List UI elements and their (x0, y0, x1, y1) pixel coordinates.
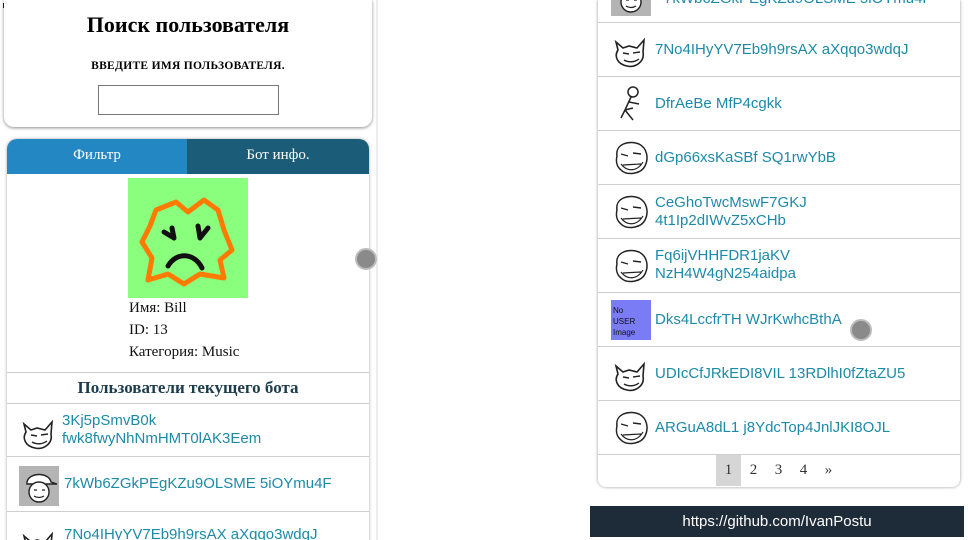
current-bot-users-header: Пользователи текущего бота (7, 372, 369, 404)
cat-face-icon (614, 37, 645, 68)
user-name-line1[interactable]: Fq6ijVHHFDR1jaKV (655, 247, 790, 265)
no-user-image-icon: No USER Image (611, 300, 651, 340)
list-item[interactable]: UDIcCfJRkEDI8VIL 13RDlhI0fZtaZU5 (598, 347, 960, 401)
page-3-button[interactable]: 3 (766, 455, 791, 486)
user-name-line1[interactable]: Dks4LccfrTH WJrKwhcBthA (655, 311, 842, 329)
user-name-line2[interactable]: 4t1Ip2dIWvZ5xCHb (655, 212, 786, 230)
stick-figure-icon (620, 86, 640, 121)
username-search-input[interactable] (98, 85, 279, 115)
list-item[interactable]: No USER Image Dks4LccfrTH WJrKwhcBthA (598, 293, 960, 347)
user-name-line1[interactable]: 3Kj5pSmvB0k (62, 412, 156, 429)
list-item[interactable]: dGp66xsKaSBf SQ1rwYbB (598, 131, 960, 185)
user-name-line1[interactable]: UDIcCfJRkEDI8VIL 13RDlhI0fZtaZU5 (655, 365, 905, 383)
cursor-indicator (850, 319, 872, 341)
list-item[interactable]: ARGuA8dL1 j8YdcTop4JnlJKI8OJL (598, 401, 960, 455)
search-label: ВВЕДИТЕ ИМЯ ПОЛЬЗОВАТЕЛЯ. (91, 60, 285, 72)
page-4-button[interactable]: 4 (791, 455, 816, 486)
tab-filter[interactable]: Фильтр (7, 139, 187, 174)
search-title: Поиск пользователя (86, 12, 290, 37)
placeholder-text-line2: USER (613, 317, 635, 326)
user-name-line1[interactable]: CeGhoTwcMswF7GKJ (655, 194, 807, 212)
cat-face-icon (22, 419, 53, 450)
user-name-line1[interactable]: 7kWb6ZGkPEgKZu9OLSME 5iOYmu4F (64, 475, 332, 492)
tab-bot-info[interactable]: Бот инфо. (187, 139, 369, 174)
cursor-indicator (355, 248, 377, 270)
page-2-button[interactable]: 2 (741, 455, 766, 486)
user-name-line1[interactable]: 7No4IHyYV7Eb9h9rsAX aXqqo3wdqJ (64, 526, 318, 540)
panel-divider (376, 0, 378, 540)
footer-github-link[interactable]: https://github.com/IvanPostu (590, 506, 964, 537)
bot-id: ID: 13 (129, 322, 168, 338)
user-name-line2[interactable]: NzH4W4gN254aidpa (655, 265, 796, 283)
cap-face-icon (19, 466, 59, 506)
list-item[interactable]: 7kWb6ZGkPEgKZu9OLSME 5iOYmu4F (7, 457, 369, 512)
cap-face-icon (611, 0, 651, 16)
angry-face-icon (139, 197, 235, 287)
list-item[interactable]: Fq6ijVHHFDR1jaKV NzH4W4gN254aidpa (598, 239, 960, 293)
list-item[interactable]: 7kWb6ZGkPEgKZu9OLSME 5iOYmu4F (598, 0, 960, 23)
tab-bar: Фильтр Бот инфо. (7, 139, 369, 174)
user-name-line2[interactable]: fwk8fwyNhNmHMT0lAK3Eem (62, 430, 261, 447)
user-name-line1[interactable]: 7kWb6ZGkPEgKZu9OLSME 5iOYmu4F (664, 0, 932, 8)
cat-face-icon (22, 531, 53, 540)
bot-info-card: Фильтр Бот инфо. Имя: Bill ID: 13 Катего… (7, 139, 369, 540)
user-name-line1[interactable]: DfrAeBe MfP4cgkk (655, 95, 782, 113)
user-name-line1[interactable]: 7No4IHyYV7Eb9h9rsAX aXqqo3wdqJ (655, 41, 909, 59)
placeholder-text-line1: No (613, 306, 624, 315)
bot-name: Имя: Bill (129, 300, 187, 316)
list-item[interactable]: 7No4IHyYV7Eb9h9rsAX aXqqo3wdqJ (598, 23, 960, 77)
right-panel: 7kWb6ZGkPEgKZu9OLSME 5iOYmu4F 7No4IHyYV7… (590, 0, 968, 540)
placeholder-text-line3: Image (613, 328, 636, 337)
troll-face-icon (615, 411, 648, 445)
list-item[interactable]: CeGhoTwcMswF7GKJ 4t1Ip2dIWvZ5xCHb (598, 185, 960, 239)
users-list-card: 7kWb6ZGkPEgKZu9OLSME 5iOYmu4F 7No4IHyYV7… (598, 0, 960, 487)
troll-face-icon (615, 195, 648, 229)
list-item[interactable]: DfrAeBe MfP4cgkk (598, 77, 960, 131)
left-panel: Поиск пользователя ВВЕДИТЕ ИМЯ ПОЛЬЗОВАТ… (0, 0, 380, 540)
bot-category: Категория: Music (129, 344, 240, 360)
next-page-button[interactable]: » (816, 455, 841, 486)
pagination: 1 2 3 4 » (716, 455, 841, 486)
list-item[interactable]: 3Kj5pSmvB0k fwk8fwyNhNmHMT0lAK3Eem (7, 404, 369, 457)
no-user-image-icon: No USER Image (613, 306, 636, 337)
troll-face-icon (615, 141, 648, 175)
user-search-card: Поиск пользователя ВВЕДИТЕ ИМЯ ПОЛЬЗОВАТ… (4, 0, 372, 127)
user-name-line1[interactable]: dGp66xsKaSBf SQ1rwYbB (655, 149, 836, 167)
user-name-line1[interactable]: ARGuA8dL1 j8YdcTop4JnlJKI8OJL (655, 419, 890, 437)
bot-avatar (128, 178, 248, 298)
cat-face-icon (614, 361, 645, 392)
troll-face-icon (615, 249, 648, 283)
list-item[interactable]: 7No4IHyYV7Eb9h9rsAX aXqqo3wdqJ (7, 512, 369, 540)
page-1-button[interactable]: 1 (716, 455, 741, 486)
